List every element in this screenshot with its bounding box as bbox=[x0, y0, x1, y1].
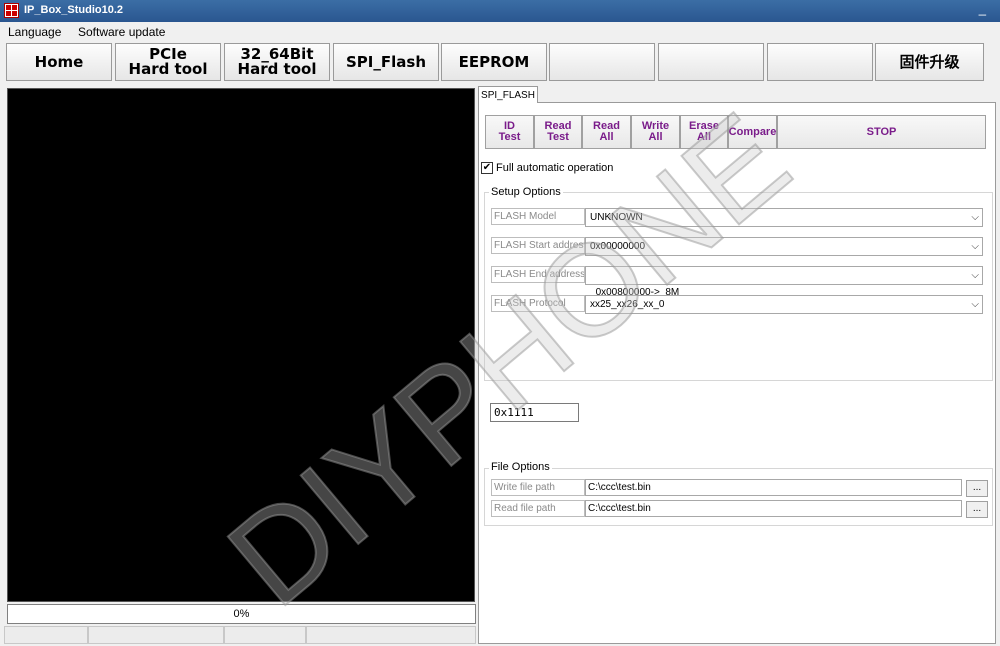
full-auto-checkbox[interactable]: ✔ bbox=[481, 162, 493, 174]
nav-pcie-button[interactable]: PCIe Hard tool bbox=[115, 43, 221, 81]
read-file-path-label: Read file path bbox=[491, 500, 585, 517]
file-options-group bbox=[484, 468, 993, 526]
nav-home-button[interactable]: Home bbox=[6, 43, 112, 81]
read-test-button[interactable]: Read Test bbox=[534, 115, 582, 149]
log-display bbox=[7, 88, 475, 602]
menu-software-update[interactable]: Software update bbox=[78, 25, 165, 39]
write-all-button[interactable]: Write All bbox=[631, 115, 680, 149]
read-file-path-input[interactable]: C:\ccc\test.bin bbox=[585, 500, 962, 517]
compare-button[interactable]: Compare bbox=[728, 115, 777, 149]
write-file-browse-button[interactable]: ... bbox=[966, 480, 988, 497]
hex-value-input[interactable]: 0x1111 bbox=[490, 403, 579, 422]
chevron-down-icon: ⌵ bbox=[971, 212, 979, 223]
full-auto-label: Full automatic operation bbox=[496, 162, 614, 174]
file-options-title: File Options bbox=[489, 461, 552, 473]
progress-label: 0% bbox=[233, 608, 250, 620]
read-file-browse-button[interactable]: ... bbox=[966, 501, 988, 518]
status-segment bbox=[306, 626, 476, 644]
chevron-down-icon: ⌵ bbox=[971, 241, 979, 252]
status-segment bbox=[224, 626, 306, 644]
title-bar: IP_Box_Studio10.2 _ bbox=[0, 0, 1000, 22]
status-segment bbox=[88, 626, 224, 644]
status-segment bbox=[4, 626, 88, 644]
stop-button[interactable]: STOP bbox=[777, 115, 986, 149]
progress-bar: 0% bbox=[7, 604, 476, 624]
nav-bar: Home PCIe Hard tool 32_64Bit Hard tool S… bbox=[4, 43, 996, 83]
flash-end-address-label: FLASH End address bbox=[491, 266, 585, 283]
write-file-path-label: Write file path bbox=[491, 479, 585, 496]
flash-protocol-select[interactable]: xx25_xx26_xx_0 ⌵ bbox=[585, 295, 983, 314]
menu-bar: Language Software update bbox=[0, 22, 1000, 42]
flash-model-select[interactable]: UNKNOWN ⌵ bbox=[585, 208, 983, 227]
flash-start-address-select[interactable]: 0x00000000 ⌵ bbox=[585, 237, 983, 256]
nav-spi-flash-button[interactable]: SPI_Flash bbox=[333, 43, 439, 81]
chevron-down-icon: ⌵ bbox=[971, 299, 979, 310]
app-icon bbox=[4, 3, 19, 18]
nav-firmware-upgrade-button[interactable]: 固件升级 bbox=[875, 43, 984, 81]
nav-empty-button-3[interactable] bbox=[767, 43, 873, 81]
tab-spi-flash[interactable]: SPI_FLASH bbox=[478, 86, 538, 103]
menu-language[interactable]: Language bbox=[8, 25, 61, 39]
nav-empty-button-1[interactable] bbox=[549, 43, 655, 81]
nav-empty-button-2[interactable] bbox=[658, 43, 764, 81]
write-file-path-input[interactable]: C:\ccc\test.bin bbox=[585, 479, 962, 496]
minimize-button[interactable]: _ bbox=[979, 1, 986, 16]
window-title: IP_Box_Studio10.2 bbox=[24, 4, 124, 16]
flash-start-address-label: FLASH Start address bbox=[491, 237, 585, 254]
flash-model-label: FLASH Model bbox=[491, 208, 585, 225]
erase-all-button[interactable]: Erase All bbox=[680, 115, 728, 149]
status-bar bbox=[4, 626, 476, 644]
id-test-button[interactable]: ID Test bbox=[485, 115, 534, 149]
chevron-down-icon: ⌵ bbox=[971, 270, 979, 281]
nav-eeprom-button[interactable]: EEPROM bbox=[441, 43, 547, 81]
nav-32-64bit-button[interactable]: 32_64Bit Hard tool bbox=[224, 43, 330, 81]
setup-options-title: Setup Options bbox=[489, 186, 563, 198]
flash-end-address-select[interactable]: 0x00800000-> 8M ⌵ bbox=[585, 266, 983, 298]
flash-protocol-label: FLASH Protocol bbox=[491, 295, 585, 312]
read-all-button[interactable]: Read All bbox=[582, 115, 631, 149]
